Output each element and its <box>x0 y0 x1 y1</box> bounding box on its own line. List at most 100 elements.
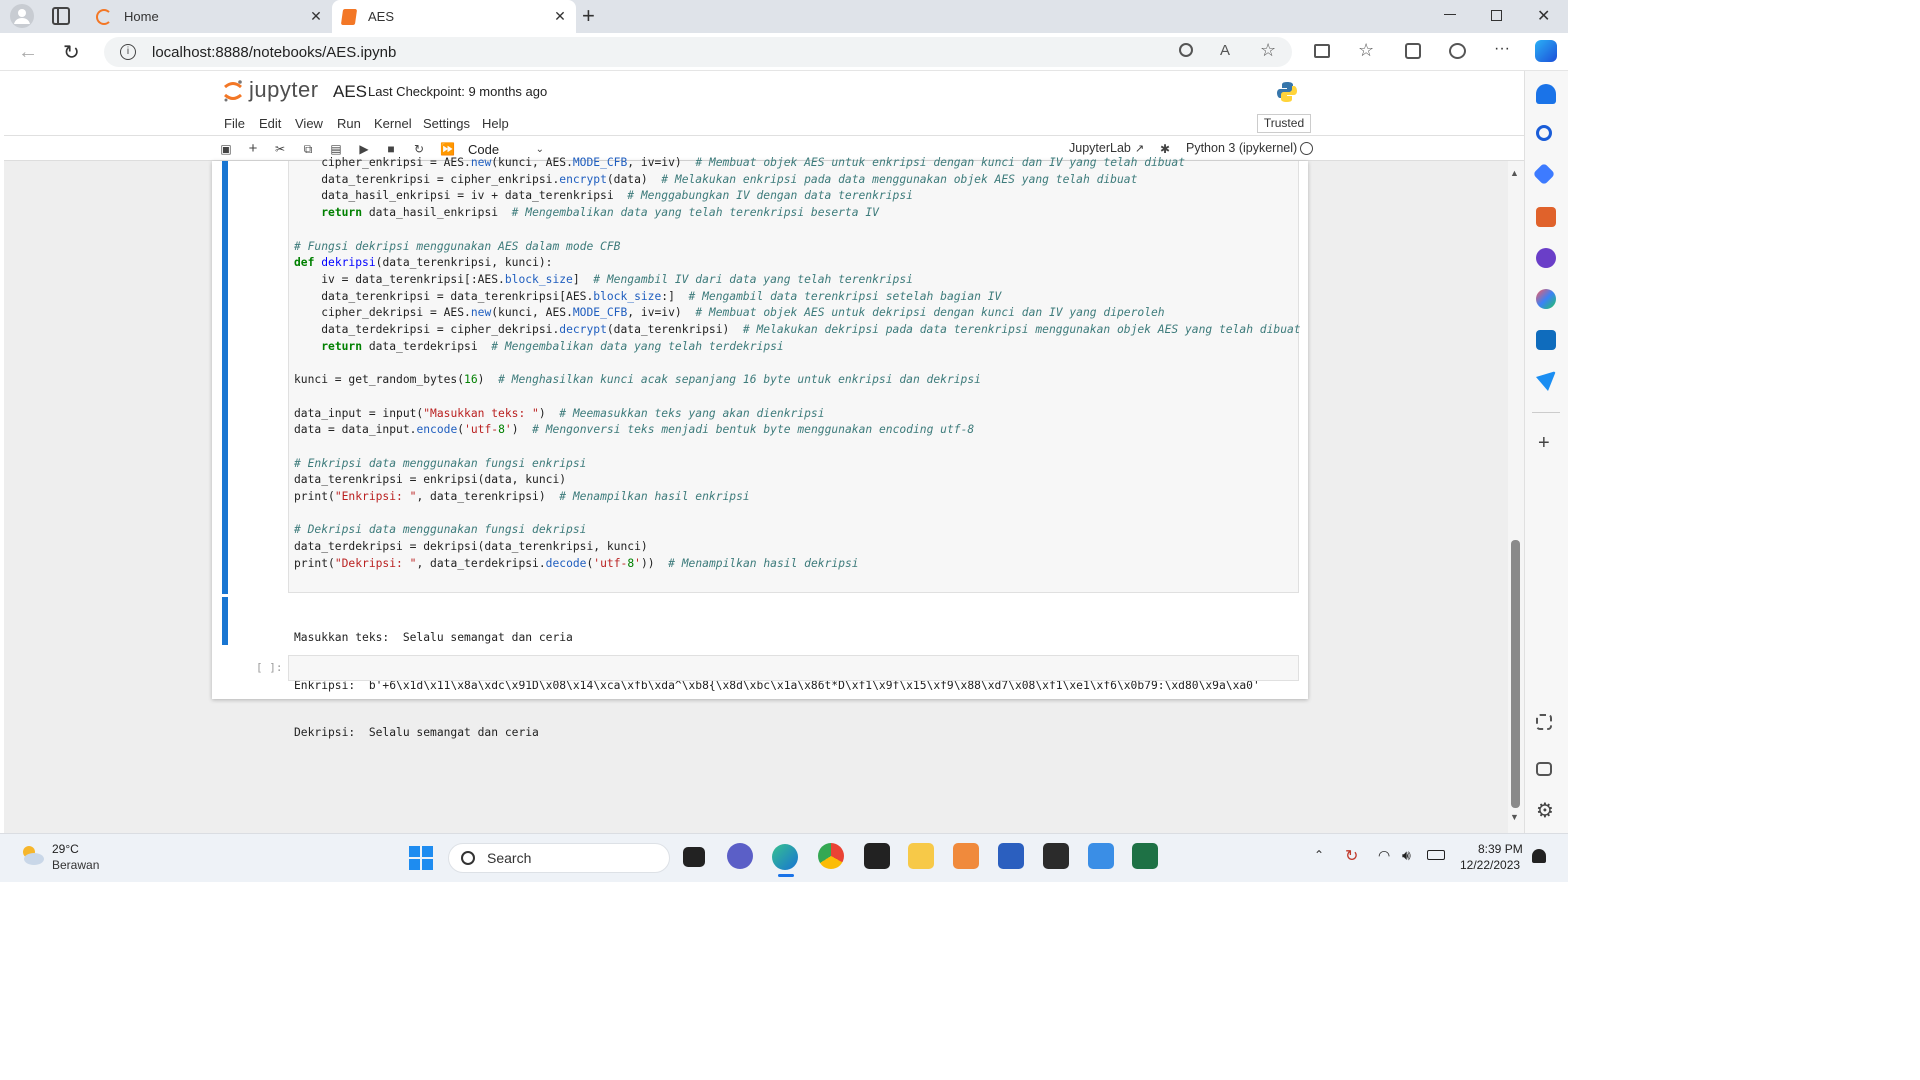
file-explorer-icon[interactable] <box>908 843 934 869</box>
close-icon[interactable]: ✕ <box>552 8 568 24</box>
app-icon[interactable] <box>953 843 979 869</box>
menu-file[interactable]: File <box>224 116 245 131</box>
scroll-up-arrow-icon[interactable]: ▲ <box>1510 168 1519 178</box>
collections-icon[interactable] <box>1405 43 1421 59</box>
kernel-name[interactable]: Python 3 (ipykernel) <box>1186 141 1297 155</box>
code-line: data_input = input("Masukkan teks: ") # … <box>294 406 825 420</box>
battery-icon[interactable] <box>1427 850 1445 860</box>
tab-home[interactable]: Home ✕ <box>86 0 332 33</box>
weather-desc[interactable]: Berawan <box>52 858 99 872</box>
taskbar-search-box[interactable]: Search <box>448 843 670 873</box>
scroll-down-arrow-icon[interactable]: ▼ <box>1510 812 1519 822</box>
split-screen-icon[interactable] <box>1314 44 1330 58</box>
sticky-notes-icon[interactable] <box>864 843 890 869</box>
code-line: # Enkripsi data menggunakan fungsi enkri… <box>294 456 587 470</box>
interrupt-icon[interactable]: ■ <box>384 142 398 156</box>
word-icon[interactable] <box>998 843 1024 869</box>
games-icon[interactable] <box>1536 248 1556 268</box>
clock-date[interactable]: 12/22/2023 <box>1460 858 1520 872</box>
restore-button[interactable] <box>1491 10 1502 21</box>
chrome-icon[interactable] <box>818 843 844 869</box>
empty-cell-prompt: [ ]: <box>256 661 283 674</box>
output-collapser[interactable] <box>222 597 228 645</box>
paint-icon[interactable] <box>1088 843 1114 869</box>
notebook-title[interactable]: AES <box>333 82 367 102</box>
jupyterlab-link[interactable]: JupyterLab ↗ <box>1069 141 1144 155</box>
code-line: data_terdekripsi = dekripsi(data_terenkr… <box>294 540 648 554</box>
tab-home-label: Home <box>124 9 159 24</box>
code-line: return data_terdekripsi # Mengembalikan … <box>321 339 784 353</box>
settings-gear-icon[interactable]: ⚙ <box>1536 798 1554 823</box>
window-close-button[interactable]: ✕ <box>1537 6 1550 26</box>
add-sidebar-app-icon[interactable]: + <box>1538 432 1550 455</box>
more-menu-icon[interactable]: ··· <box>1494 40 1510 58</box>
menu-settings[interactable]: Settings <box>423 116 470 131</box>
excel-icon[interactable] <box>1132 843 1158 869</box>
refresh-button[interactable]: ↻ <box>63 40 80 65</box>
teams-chat-icon[interactable] <box>727 843 753 869</box>
jupyter-logo-icon[interactable] <box>222 79 244 103</box>
empty-code-cell[interactable] <box>288 655 1299 681</box>
notifications-icon[interactable] <box>1536 84 1556 104</box>
read-aloud-icon[interactable]: A <box>1220 42 1230 59</box>
favorite-star-icon[interactable]: ☆ <box>1260 40 1276 61</box>
notification-bell-icon[interactable] <box>1532 849 1546 863</box>
back-button[interactable]: ← <box>18 41 38 64</box>
sync-icon[interactable]: ↻ <box>1345 846 1358 866</box>
screenshot-icon[interactable] <box>1536 714 1552 730</box>
tab-actions-icon[interactable] <box>52 7 70 25</box>
tools-icon[interactable] <box>1536 207 1556 227</box>
debugger-bug-icon[interactable]: ✱ <box>1158 142 1172 156</box>
outlook-icon[interactable] <box>1536 330 1556 350</box>
clock-time[interactable]: 8:39 PM <box>1478 842 1523 856</box>
minimize-button[interactable] <box>1444 14 1456 15</box>
close-icon[interactable]: ✕ <box>308 8 324 24</box>
windows-start-icon[interactable] <box>409 846 433 870</box>
menu-run[interactable]: Run <box>337 116 361 131</box>
paste-icon[interactable]: ▤ <box>329 142 343 156</box>
jupyter-logo-text[interactable]: jupyter <box>249 77 319 103</box>
scrollbar-thumb[interactable] <box>1511 540 1520 808</box>
weather-icon[interactable] <box>18 842 46 868</box>
browser-essentials-icon[interactable] <box>1449 43 1466 59</box>
restart-icon[interactable]: ↻ <box>412 142 426 156</box>
code-line: kunci = get_random_bytes(16) # Menghasil… <box>294 373 981 387</box>
hide-sidebar-icon[interactable] <box>1536 762 1552 776</box>
code-line: return data_hasil_enkripsi # Mengembalik… <box>321 206 879 220</box>
output-line: Dekripsi: Selalu semangat dan ceria <box>294 725 539 739</box>
new-tab-button[interactable]: + <box>582 3 595 29</box>
notebook-favicon-icon <box>340 8 358 25</box>
task-view-icon[interactable] <box>683 847 705 867</box>
microsoft-365-icon[interactable] <box>1536 289 1556 309</box>
weather-temp[interactable]: 29°C <box>52 842 79 856</box>
tab-aes[interactable]: AES ✕ <box>332 0 576 33</box>
code-line: data_terenkripsi = data_terenkripsi[AES.… <box>294 289 1002 303</box>
zoom-out-icon[interactable] <box>1179 43 1193 57</box>
url-text[interactable]: localhost:8888/notebooks/AES.ipynb <box>152 44 396 61</box>
menu-view[interactable]: View <box>295 116 323 131</box>
run-icon[interactable]: ▶ <box>357 142 371 156</box>
site-info-icon[interactable]: i <box>120 44 136 60</box>
active-cell-indicator <box>222 161 228 594</box>
show-hidden-icons-icon[interactable]: ⌃ <box>1314 848 1324 862</box>
search-icon[interactable] <box>1536 125 1552 141</box>
code-line: data = data_input.encode('utf-8') # Meng… <box>294 423 975 437</box>
profile-icon[interactable] <box>10 4 34 28</box>
restart-run-all-icon[interactable]: ⏩ <box>440 142 455 156</box>
cut-icon[interactable]: ✂ <box>273 142 287 156</box>
menu-kernel[interactable]: Kernel <box>374 116 412 131</box>
save-icon[interactable]: ▣ <box>219 142 233 156</box>
trusted-badge[interactable]: Trusted <box>1257 114 1311 133</box>
menu-help[interactable]: Help <box>482 116 509 131</box>
insert-cell-icon[interactable]: + <box>246 141 260 156</box>
edge-browser-icon[interactable] <box>772 844 798 870</box>
menu-edit[interactable]: Edit <box>259 116 281 131</box>
wifi-icon[interactable]: ◠ <box>1378 847 1390 864</box>
copy-icon[interactable]: ⧉ <box>301 142 315 156</box>
favorites-icon[interactable]: ☆ <box>1358 40 1374 61</box>
volume-icon[interactable]: 🔊︎ <box>1402 847 1411 864</box>
code-line: data_terdekripsi = cipher_dekripsi.decry… <box>294 323 1301 336</box>
copilot-icon[interactable] <box>1535 40 1557 62</box>
edge-active-indicator <box>778 874 794 877</box>
terminal-icon[interactable] <box>1043 843 1069 869</box>
